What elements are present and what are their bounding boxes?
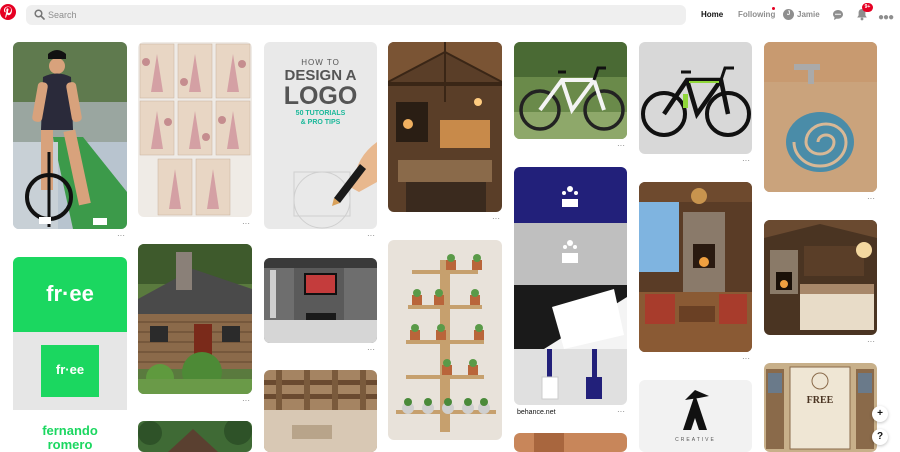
freebie-name-line1: fernando [42, 423, 98, 438]
logo-title-line3: LOGO [283, 82, 358, 110]
pinterest-logo-icon[interactable] [0, 4, 16, 20]
pin-more-button[interactable]: ··· [617, 408, 625, 416]
following-indicator-dot [772, 7, 775, 10]
pin-more-button[interactable]: ··· [242, 397, 250, 405]
tv-wall-image [264, 258, 377, 343]
vintage-fashion-image [138, 42, 252, 217]
cyclist-image [13, 42, 127, 229]
user-name[interactable]: Jamie [797, 10, 820, 19]
pin-log-cabin[interactable] [138, 244, 252, 394]
nav-following[interactable]: Following [738, 10, 775, 19]
pin-design-logo[interactable]: HOW TO DESIGN A LOGO 50 TUTORIALS & PRO … [264, 42, 377, 229]
spiral-sink-image [764, 42, 877, 192]
forest-cabin-image [138, 421, 252, 452]
nav-home[interactable]: Home [701, 10, 723, 19]
free-badge-text: FREE [806, 395, 834, 406]
pin-tv-wall[interactable] [264, 258, 377, 343]
pin-white-bike[interactable] [514, 42, 627, 139]
pin-blue-bear-branding[interactable] [514, 167, 627, 405]
freebie-logo-text: fr·ee [46, 281, 94, 306]
pin-cyclist-photo[interactable] [13, 42, 127, 229]
freebie-name-line2: romero [47, 437, 93, 452]
pin-more-button[interactable]: ··· [117, 232, 125, 240]
pin-more-button[interactable]: ··· [742, 157, 750, 165]
eagle-caption: CREATIVE [675, 437, 716, 443]
help-button[interactable]: ? [872, 429, 888, 445]
rustic-lodge-image [388, 42, 502, 212]
pin-more-button[interactable]: ··· [492, 215, 500, 223]
cabin-interior-image [639, 182, 752, 352]
pin-more-button[interactable]: ··· [367, 346, 375, 354]
pin-more-button[interactable]: ··· [867, 195, 875, 203]
pin-more-button[interactable]: ··· [242, 220, 250, 228]
pin-cabin-interior[interactable] [639, 182, 752, 352]
plant-shelf-image [388, 240, 502, 440]
pin-beam-ceiling[interactable] [264, 370, 377, 452]
logo-subtitle-line2: & PRO TIPS [300, 119, 341, 126]
pin-wood-panel[interactable] [514, 433, 627, 452]
pin-plant-shelf[interactable] [388, 240, 502, 440]
pin-rustic-bedroom[interactable] [764, 220, 877, 335]
logo-subtitle-line1: 50 TUTORIALS [295, 110, 346, 117]
branding-mockup-image [514, 167, 627, 405]
search-placeholder: Search [48, 10, 77, 20]
chat-icon[interactable] [832, 9, 844, 21]
notification-badge: 9+ [862, 3, 873, 12]
pin-rustic-lodge[interactable] [388, 42, 502, 212]
pin-more-button[interactable]: ··· [617, 142, 625, 150]
wood-panel-image [514, 433, 627, 452]
top-header: Search Home Following J Jamie 9+ ●●● [0, 0, 900, 30]
pin-more-button[interactable]: ··· [742, 355, 750, 363]
pin-freebie-brand[interactable]: fr·ee fr·ee fernando romero [13, 257, 127, 452]
black-bike-image [639, 42, 752, 154]
log-cabin-image [138, 244, 252, 394]
logo-title-line1: HOW TO [301, 58, 340, 67]
pin-eagle-logo[interactable]: CREATIVE [639, 380, 752, 452]
avatar[interactable]: J [783, 9, 794, 20]
vintage-labels-image [764, 363, 877, 452]
pin-more-button[interactable]: ··· [367, 232, 375, 240]
pin-black-bike[interactable] [639, 42, 752, 154]
search-icon [34, 9, 45, 20]
add-pin-button[interactable]: + [872, 406, 888, 422]
rustic-bedroom-image [764, 220, 877, 335]
behance-caption[interactable]: behance.net [517, 409, 556, 416]
pin-spiral-sink[interactable] [764, 42, 877, 192]
pin-forest-cabin[interactable] [138, 421, 252, 452]
white-bike-image [514, 42, 627, 139]
more-icon[interactable]: ●●● [878, 12, 894, 23]
beam-ceiling-image [264, 370, 377, 452]
search-input[interactable]: Search [26, 5, 686, 25]
freebie-badge-text: fr·ee [55, 362, 85, 377]
pin-more-button[interactable]: ··· [867, 338, 875, 346]
pin-vintage-fashion[interactable] [138, 42, 252, 217]
pin-free-vintage-labels[interactable]: FREE [764, 363, 877, 452]
